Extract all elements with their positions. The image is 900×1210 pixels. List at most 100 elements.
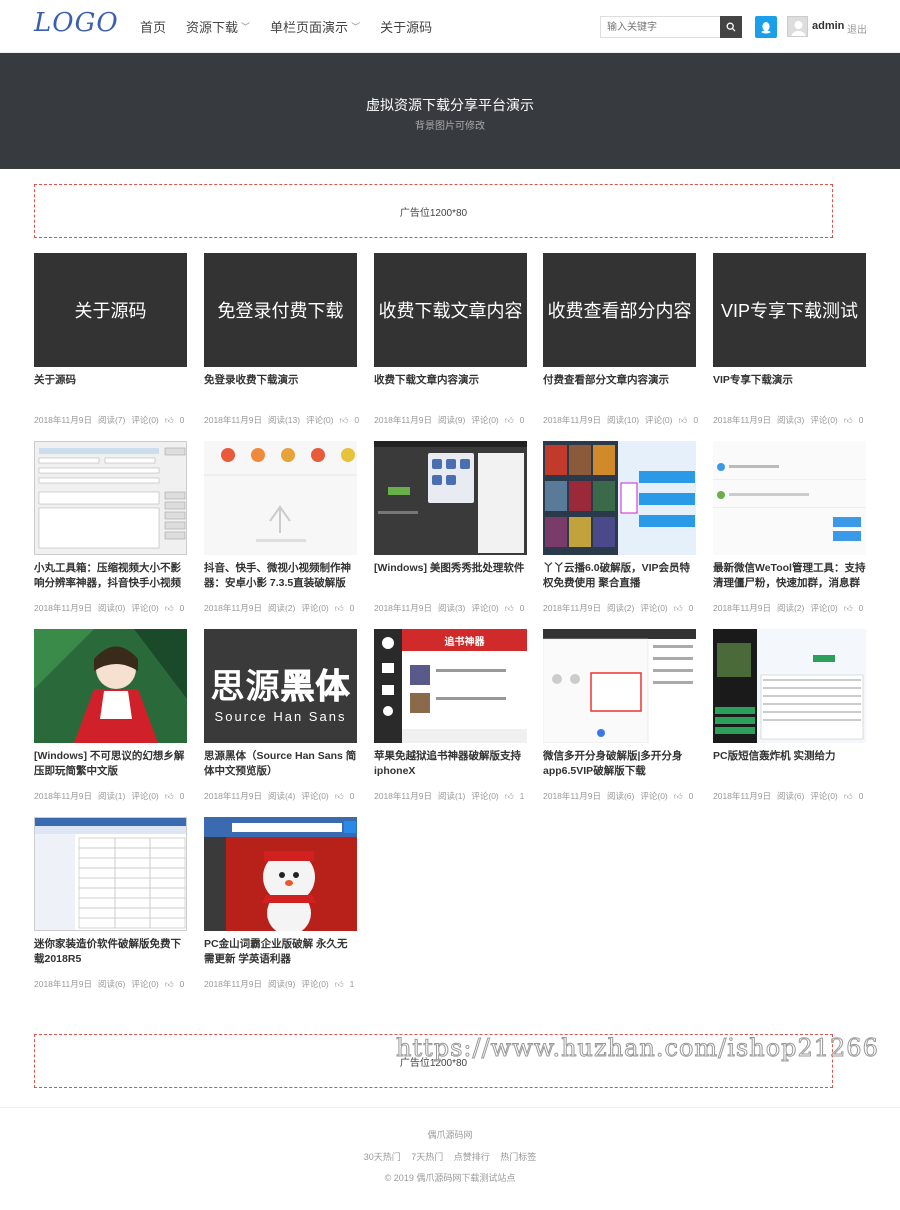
like-button[interactable]: 👍︎ 0 bbox=[165, 603, 191, 614]
post-title[interactable]: 苹果免越狱追书神器破解版支持iphoneX bbox=[374, 749, 527, 779]
post-thumbnail[interactable] bbox=[374, 441, 527, 555]
post-title[interactable]: VIP专享下载演示 bbox=[713, 373, 866, 403]
main-nav: 首页 资源下载 ﹀ 单栏页面演示 ﹀ 关于源码 bbox=[140, 0, 452, 53]
post-thumbnail[interactable]: 收费下载文章内容 bbox=[374, 253, 527, 367]
footer-site-name[interactable]: 偶爪源码网 bbox=[0, 1128, 900, 1141]
post-title[interactable]: 收费下载文章内容演示 bbox=[374, 373, 527, 403]
like-button[interactable]: 👍︎ 1 bbox=[505, 791, 531, 802]
post-card[interactable]: VIP专享下载测试 VIP专享下载演示 2018年11月9日 阅读(3) 评论(0)… bbox=[713, 253, 866, 426]
like-button[interactable]: 👍︎ 1 bbox=[335, 979, 361, 990]
post-views: 阅读(2) bbox=[776, 603, 805, 613]
post-title[interactable]: [Windows] 美图秀秀批处理软件 bbox=[374, 561, 527, 591]
post-thumbnail[interactable] bbox=[204, 817, 357, 931]
post-card[interactable]: PC版短信轰炸机 实测给力 2018年11月9日 阅读(6) 评论(0) 👍︎ 0 bbox=[713, 629, 866, 802]
footer-link[interactable]: 热门标签 bbox=[500, 1152, 536, 1162]
avatar[interactable] bbox=[787, 16, 808, 37]
like-button[interactable]: 👍︎ 0 bbox=[844, 791, 870, 802]
post-thumbnail[interactable] bbox=[34, 629, 187, 743]
search-button[interactable] bbox=[720, 16, 742, 38]
post-thumbnail[interactable]: 追书神器 bbox=[374, 629, 527, 743]
ad-slot-top[interactable]: 广告位1200*80 bbox=[34, 184, 833, 238]
like-button[interactable]: 👍︎ 0 bbox=[678, 415, 704, 426]
post-title[interactable]: 丫丫云播6.0破解版，VIP会员特权免费使用 聚合直播 bbox=[543, 561, 696, 591]
post-card[interactable]: PC金山词霸企业版破解 永久无需更新 学英语利器 2018年11月9日 阅读(9)… bbox=[204, 817, 357, 990]
like-button[interactable]: 👍︎ 0 bbox=[335, 791, 361, 802]
site-logo[interactable]: LOGO bbox=[34, 8, 119, 38]
post-card[interactable]: 免登录付费下载 免登录收费下载演示 2018年11月9日 阅读(13) 评论(0) 👍… bbox=[204, 253, 359, 426]
like-button[interactable]: 👍︎ 0 bbox=[674, 791, 700, 802]
nav-single-page[interactable]: 单栏页面演示 ﹀ bbox=[270, 17, 360, 36]
nav-about[interactable]: 关于源码 bbox=[380, 17, 432, 36]
post-meta: 2018年11月9日 阅读(2) 评论(0) 👍︎ 0 bbox=[713, 602, 866, 614]
post-card[interactable]: 收费查看部分内容 付费查看部分文章内容演示 2018年11月9日 阅读(10) 评论… bbox=[543, 253, 698, 426]
post-title[interactable]: 抖音、快手、微视小视频制作神器：安卓小影 7.3.5直装破解版 bbox=[204, 561, 357, 591]
post-comments: 评论(0) bbox=[131, 791, 159, 801]
post-card[interactable]: 微信多开分身破解版|多开分身app6.5VIP破解版下载 2018年11月9日阅… bbox=[543, 629, 696, 802]
post-thumbnail[interactable] bbox=[34, 441, 187, 555]
nav-downloads[interactable]: 资源下载 ﹀ bbox=[186, 17, 250, 36]
post-thumbnail[interactable] bbox=[204, 441, 357, 555]
post-thumbnail[interactable]: 收费查看部分内容 bbox=[543, 253, 696, 367]
post-comments: 评论(0) bbox=[810, 603, 838, 613]
like-button[interactable]: 👍︎ 0 bbox=[165, 979, 191, 990]
post-title[interactable]: 最新微信WeTool管理工具：支持清理僵尸粉，快速加群，消息群发 bbox=[713, 561, 866, 591]
like-button[interactable]: 👍︎ 0 bbox=[339, 415, 365, 426]
post-date: 2018年11月9日 bbox=[543, 415, 601, 425]
post-card[interactable]: 追书神器 苹果免越狱追书神器破解版支持iphoneX 2018年11月9日 阅读(… bbox=[374, 629, 527, 802]
like-button[interactable]: 👍︎ 0 bbox=[335, 603, 361, 614]
post-date: 2018年11月9日 bbox=[34, 415, 92, 425]
username[interactable]: admin bbox=[812, 20, 844, 32]
nav-home[interactable]: 首页 bbox=[140, 17, 166, 36]
post-title[interactable]: 关于源码 bbox=[34, 373, 187, 403]
post-title[interactable]: 思源黑体（Source Han Sans 简体中文预览版） bbox=[204, 749, 357, 779]
post-title[interactable]: [Windows] 不可思议的幻想乡解压即玩简繁中文版 bbox=[34, 749, 187, 779]
search-input[interactable] bbox=[600, 16, 720, 38]
post-thumbnail[interactable]: VIP专享下载测试 bbox=[713, 253, 866, 367]
post-title[interactable]: PC金山词霸企业版破解 永久无需更新 学英语利器 bbox=[204, 937, 357, 967]
post-comments: 评论(0) bbox=[645, 415, 673, 425]
footer-link[interactable]: 30天热门 bbox=[364, 1152, 401, 1162]
post-title[interactable]: 免登录收费下载演示 bbox=[204, 373, 357, 403]
post-card[interactable]: 丫丫云播6.0破解版，VIP会员特权免费使用 聚合直播 2018年11月9日 阅读… bbox=[543, 441, 696, 614]
like-button[interactable]: 👍︎ 0 bbox=[165, 415, 191, 426]
post-card[interactable]: [Windows] 美图秀秀批处理软件 2018年11月9日 阅读(3) 评论(0)… bbox=[374, 441, 527, 614]
post-thumbnail[interactable]: 关于源码 bbox=[34, 253, 187, 367]
like-button[interactable]: 👍︎ 0 bbox=[505, 415, 531, 426]
post-views: 阅读(6) bbox=[776, 791, 805, 801]
post-title[interactable]: 小丸工具箱：压缩视频大小不影响分辨率神器，抖音快手小视频制作 bbox=[34, 561, 187, 591]
post-thumbnail[interactable] bbox=[543, 629, 696, 743]
post-card[interactable]: [Windows] 不可思议的幻想乡解压即玩简繁中文版 2018年11月9日 阅读… bbox=[34, 629, 187, 802]
font-preview-light: 思源 bbox=[210, 668, 281, 706]
post-thumbnail[interactable] bbox=[713, 441, 866, 555]
like-count: 0 bbox=[179, 415, 185, 425]
post-card[interactable]: 关于源码 关于源码 2018年11月9日 阅读(7) 评论(0) 👍︎ 0 bbox=[34, 253, 187, 426]
post-card[interactable]: 最新微信WeTool管理工具：支持清理僵尸粉，快速加群，消息群发 2018年11… bbox=[713, 441, 866, 614]
post-thumbnail[interactable] bbox=[713, 629, 866, 743]
like-button[interactable]: 👍︎ 0 bbox=[674, 603, 700, 614]
post-card[interactable]: 迷你家装造价软件破解版免费下载2018R5 2018年11月9日 阅读(6) 评论(… bbox=[34, 817, 187, 990]
like-button[interactable]: 👍︎ 0 bbox=[165, 791, 191, 802]
qq-login-button[interactable] bbox=[755, 16, 777, 38]
post-title[interactable]: 微信多开分身破解版|多开分身app6.5VIP破解版下载 bbox=[543, 749, 696, 779]
post-meta: 2018年11月9日 阅读(3) 评论(0) 👍︎ 0 bbox=[713, 414, 866, 426]
post-title[interactable]: PC版短信轰炸机 实测给力 bbox=[713, 749, 866, 779]
post-title[interactable]: 付费查看部分文章内容演示 bbox=[543, 373, 696, 403]
post-thumbnail[interactable] bbox=[34, 817, 187, 931]
like-button[interactable]: 👍︎ 0 bbox=[844, 603, 870, 614]
footer-link[interactable]: 点赞排行 bbox=[454, 1152, 490, 1162]
post-card[interactable]: 收费下载文章内容 收费下载文章内容演示 2018年11月9日 阅读(9) 评论(0)… bbox=[374, 253, 527, 426]
logout-link[interactable]: 退出 bbox=[847, 21, 867, 36]
thumbs-up-icon: 👍︎ bbox=[164, 602, 174, 613]
post-card[interactable]: 抖音、快手、微视小视频制作神器：安卓小影 7.3.5直装破解版 2018年11月… bbox=[204, 441, 357, 614]
post-thumbnail[interactable]: 免登录付费下载 bbox=[204, 253, 357, 367]
post-card[interactable]: 小丸工具箱：压缩视频大小不影响分辨率神器，抖音快手小视频制作 2018年11月9… bbox=[34, 441, 187, 614]
post-views: 阅读(3) bbox=[437, 603, 466, 613]
post-thumbnail[interactable] bbox=[543, 441, 696, 555]
like-count: 0 bbox=[179, 791, 185, 801]
like-button[interactable]: 👍︎ 0 bbox=[505, 603, 531, 614]
like-button[interactable]: 👍︎ 0 bbox=[844, 415, 870, 426]
post-card[interactable]: 思源黑体 Source Han Sans 思源黑体（Source Han San… bbox=[204, 629, 357, 802]
post-thumbnail[interactable]: 思源黑体 Source Han Sans bbox=[204, 629, 357, 743]
footer-link[interactable]: 7天热门 bbox=[411, 1152, 443, 1162]
post-title[interactable]: 迷你家装造价软件破解版免费下载2018R5 bbox=[34, 937, 187, 967]
